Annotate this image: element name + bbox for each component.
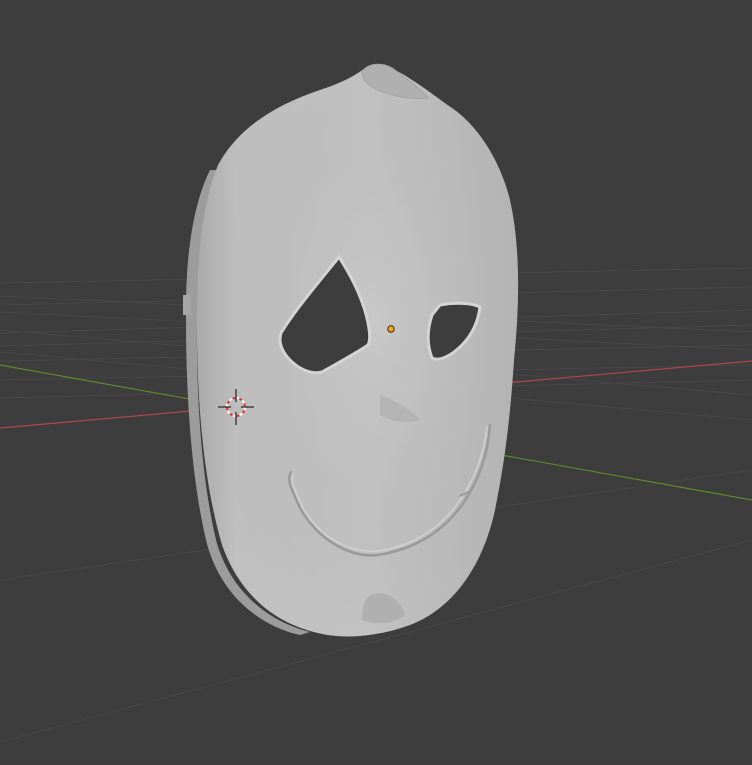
object-origin[interactable] bbox=[387, 325, 395, 333]
mask-side-nub bbox=[183, 295, 191, 315]
3d-viewport[interactable] bbox=[0, 0, 752, 765]
mask-object[interactable] bbox=[183, 63, 519, 637]
